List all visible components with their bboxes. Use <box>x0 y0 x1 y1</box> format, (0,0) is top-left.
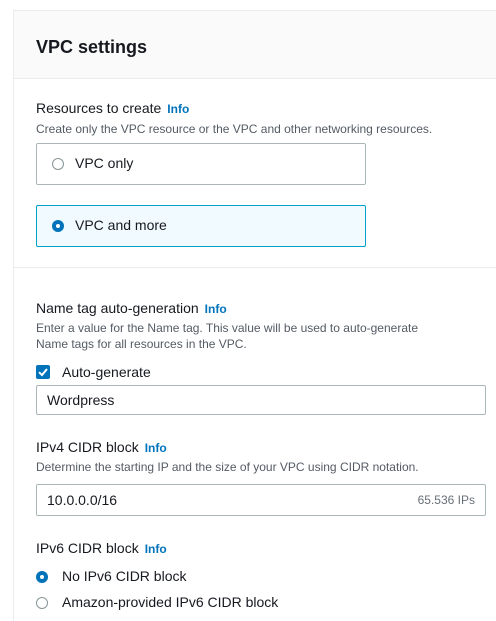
ipv4-cidr-value: 10.0.0.0/16 <box>47 492 118 508</box>
radio-vpc-only[interactable] <box>52 158 64 170</box>
ipv6-label: IPv6 CIDR block <box>36 540 139 556</box>
section-title: VPC settings <box>36 37 148 57</box>
ipv4-description: Determine the starting IP and the size o… <box>36 460 419 474</box>
radio-vpc-and-more[interactable] <box>52 220 64 232</box>
resources-label-row: Resources to create Info <box>36 100 189 116</box>
ipv4-label-row: IPv4 CIDR block Info <box>36 439 167 455</box>
option-vpc-only-label: VPC only <box>75 155 134 171</box>
auto-generate-checkbox[interactable] <box>36 365 50 379</box>
ipv4-cidr-input[interactable]: 10.0.0.0/16 65.536 IPs <box>36 484 486 516</box>
ipv4-ip-count: 65.536 IPs <box>417 493 475 507</box>
name-tag-label: Name tag auto-generation <box>36 300 199 316</box>
ipv4-info-link[interactable]: Info <box>145 441 167 455</box>
name-tag-input[interactable]: Wordpress <box>36 385 486 415</box>
resources-description: Create only the VPC resource or the VPC … <box>36 122 433 136</box>
option-no-ipv6-label: No IPv6 CIDR block <box>62 568 187 584</box>
ipv6-info-link[interactable]: Info <box>145 542 167 556</box>
radio-amazon-ipv6[interactable] <box>36 597 48 609</box>
section-divider <box>14 267 496 268</box>
ipv4-label: IPv4 CIDR block <box>36 439 139 455</box>
auto-generate-label: Auto-generate <box>62 364 151 380</box>
name-tag-label-row: Name tag auto-generation Info <box>36 300 227 316</box>
name-tag-description-line1: Enter a value for the Name tag. This val… <box>36 321 419 335</box>
option-amazon-ipv6-label: Amazon-provided IPv6 CIDR block <box>62 594 279 610</box>
checkmark-icon <box>38 368 48 377</box>
option-vpc-only[interactable]: VPC only <box>36 143 366 185</box>
option-vpc-and-more-label: VPC and more <box>75 217 167 233</box>
resources-info-link[interactable]: Info <box>167 102 189 116</box>
option-vpc-and-more[interactable]: VPC and more <box>36 205 366 247</box>
radio-no-ipv6[interactable] <box>36 571 48 583</box>
name-tag-description-line2: Name tags for all resources in the VPC. <box>36 337 247 351</box>
name-tag-input-value: Wordpress <box>47 392 115 408</box>
panel-left-border <box>13 10 14 621</box>
resources-label: Resources to create <box>36 100 162 116</box>
ipv6-label-row: IPv6 CIDR block Info <box>36 540 167 556</box>
section-header: VPC settings <box>14 11 496 79</box>
name-tag-info-link[interactable]: Info <box>205 302 227 316</box>
